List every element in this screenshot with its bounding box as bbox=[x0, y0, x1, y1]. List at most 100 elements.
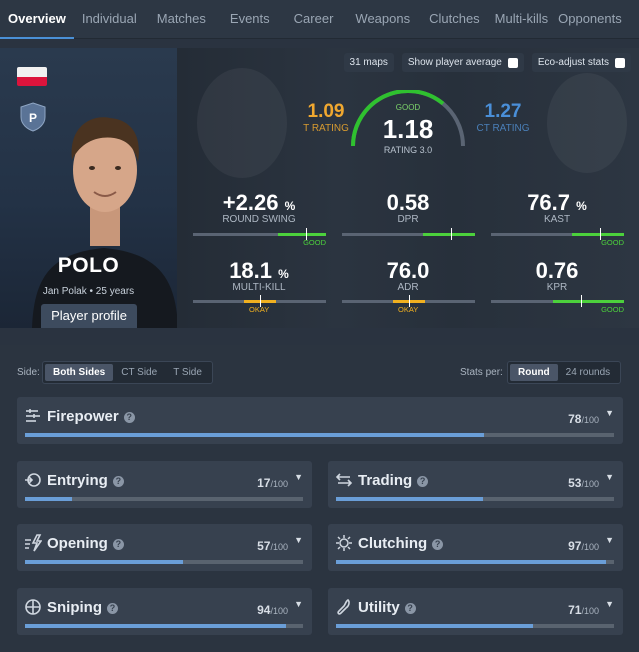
eco-adjust-checkbox[interactable] bbox=[615, 57, 625, 68]
sniping-card[interactable]: Sniping? 94/100 ▼ bbox=[17, 588, 312, 635]
eco-adjust-toggle[interactable]: Eco-adjust stats bbox=[531, 53, 631, 72]
stat-adr-label: ADR bbox=[397, 282, 419, 293]
tab-multi-kills[interactable]: Multi-kills bbox=[489, 0, 554, 39]
tab-opponents[interactable]: Opponents bbox=[554, 0, 622, 39]
stat-round-swing-label: ROUND SWING bbox=[222, 214, 296, 225]
entrying-bar-fill bbox=[25, 497, 73, 501]
clutching-score-max: /100 bbox=[581, 542, 599, 552]
trading-icon bbox=[335, 473, 353, 487]
stat-adr: 76.0 ADR bbox=[341, 258, 475, 293]
stat-kpr-bar: GOOD bbox=[491, 295, 624, 314]
stat-dpr: 0.58 DPR bbox=[341, 190, 475, 225]
utility-score: 71 bbox=[568, 603, 582, 617]
stat-kpr-marker bbox=[581, 295, 583, 307]
entrying-help-icon[interactable]: ? bbox=[112, 476, 124, 487]
stat-kast-bar: GOOD bbox=[491, 228, 624, 247]
firepower-bar-fill bbox=[25, 433, 485, 437]
stat-kpr: 0.76 KPR bbox=[490, 258, 624, 293]
stat-dpr-bar bbox=[342, 228, 475, 240]
entrying-bar bbox=[25, 497, 303, 501]
trading-title: Trading bbox=[358, 472, 413, 489]
player-subtitle: Jan Polak • 25 years bbox=[42, 286, 135, 297]
stats-per-filter: Round 24 rounds bbox=[507, 361, 622, 384]
per-24-rounds-option[interactable]: 24 rounds bbox=[558, 364, 618, 381]
tab-weapons[interactable]: Weapons bbox=[345, 0, 420, 39]
tab-individual[interactable]: Individual bbox=[74, 0, 145, 39]
entrying-score: 17 bbox=[257, 476, 271, 490]
side-ct-option[interactable]: CT Side bbox=[113, 364, 165, 381]
entrying-card[interactable]: Entrying? 17/100 ▼ bbox=[17, 461, 312, 508]
clutching-bar bbox=[336, 560, 614, 564]
opening-bar-fill bbox=[25, 560, 184, 564]
firepower-card[interactable]: Firepower? 78/100 ▼ bbox=[17, 397, 623, 444]
tab-events[interactable]: Events bbox=[218, 0, 282, 39]
stat-kast-unit: % bbox=[576, 199, 587, 213]
trading-score-max: /100 bbox=[581, 479, 599, 489]
stat-multi-kill-value: 18.1 bbox=[229, 258, 273, 283]
clutching-chevron-down-icon[interactable]: ▼ bbox=[605, 535, 614, 545]
stat-kast-value: 76.7 bbox=[527, 190, 571, 215]
stat-kpr-fill bbox=[553, 300, 624, 303]
firepower-chevron-down-icon[interactable]: ▼ bbox=[605, 408, 614, 418]
stat-dpr-marker bbox=[451, 228, 453, 240]
entrying-chevron-down-icon[interactable]: ▼ bbox=[294, 472, 303, 482]
firepower-score-max: /100 bbox=[581, 415, 599, 425]
sniping-chevron-down-icon[interactable]: ▼ bbox=[294, 599, 303, 609]
main-rating: 1.18 RATING 3.0 bbox=[364, 114, 452, 155]
clutching-score: 97 bbox=[568, 539, 582, 553]
tab-matches[interactable]: Matches bbox=[145, 0, 218, 39]
utility-help-icon[interactable]: ? bbox=[404, 603, 416, 614]
sniping-title: Sniping bbox=[47, 599, 102, 616]
side-both-option[interactable]: Both Sides bbox=[45, 364, 114, 381]
stat-kast-label: KAST bbox=[543, 214, 571, 225]
trading-bar-fill bbox=[336, 497, 484, 501]
maps-count-label: 31 maps bbox=[349, 57, 388, 68]
opening-card[interactable]: Opening? 57/100 ▼ bbox=[17, 524, 312, 571]
tab-clutches[interactable]: Clutches bbox=[420, 0, 489, 39]
sniping-icon bbox=[25, 599, 41, 615]
entrying-icon bbox=[25, 473, 41, 487]
utility-score-max: /100 bbox=[581, 606, 599, 616]
rating-good-tag: GOOD bbox=[395, 103, 421, 112]
clutching-help-icon[interactable]: ? bbox=[432, 539, 444, 550]
maps-count: 31 maps bbox=[343, 53, 394, 72]
show-player-average-toggle[interactable]: Show player average bbox=[401, 53, 524, 72]
opening-chevron-down-icon[interactable]: ▼ bbox=[294, 535, 303, 545]
stats-per-label: Stats per: bbox=[460, 367, 503, 378]
sniping-help-icon[interactable]: ? bbox=[107, 603, 118, 614]
trading-card[interactable]: Trading? 53/100 ▼ bbox=[328, 461, 623, 508]
utility-chevron-down-icon[interactable]: ▼ bbox=[605, 599, 614, 609]
opening-score-max: /100 bbox=[270, 542, 288, 552]
utility-card[interactable]: Utility? 71/100 ▼ bbox=[328, 588, 623, 635]
stat-dpr-value: 0.58 bbox=[386, 190, 430, 215]
player-profile-button[interactable]: Player profile bbox=[41, 304, 137, 328]
tab-career[interactable]: Career bbox=[282, 0, 346, 39]
firepower-bar bbox=[25, 433, 614, 437]
clutching-title: Clutching bbox=[358, 535, 428, 552]
t-rating-value: 1.09 bbox=[307, 101, 345, 122]
stat-adr-value: 76.0 bbox=[386, 258, 430, 283]
stat-round-swing-fill bbox=[278, 233, 326, 236]
sniping-bar-fill bbox=[25, 624, 287, 628]
trading-score: 53 bbox=[568, 476, 582, 490]
trading-help-icon[interactable]: ? bbox=[417, 476, 429, 487]
stat-round-swing-value: +2.26 bbox=[222, 190, 279, 215]
sniping-score-max: /100 bbox=[270, 606, 288, 616]
stats-tabs: Overview Individual Matches Events Caree… bbox=[0, 0, 639, 39]
opening-help-icon[interactable]: ? bbox=[112, 539, 124, 550]
trading-bar bbox=[336, 497, 614, 501]
stat-kast: 76.7 % KAST bbox=[490, 190, 624, 225]
trading-chevron-down-icon[interactable]: ▼ bbox=[605, 472, 614, 482]
firepower-help-icon[interactable]: ? bbox=[123, 412, 135, 423]
stat-multi-kill-unit: % bbox=[278, 267, 289, 281]
stat-dpr-fill bbox=[423, 233, 475, 236]
clutching-card[interactable]: Clutching? 97/100 ▼ bbox=[328, 524, 623, 571]
main-rating-value: 1.18 bbox=[382, 114, 434, 144]
side-t-option[interactable]: T Side bbox=[165, 364, 210, 381]
stat-kpr-tag: GOOD bbox=[601, 305, 624, 314]
main-rating-label: RATING 3.0 bbox=[383, 145, 433, 155]
clutching-bar-fill bbox=[336, 560, 606, 564]
tab-overview[interactable]: Overview bbox=[0, 0, 74, 39]
per-round-option[interactable]: Round bbox=[510, 364, 558, 381]
show-player-average-checkbox[interactable] bbox=[507, 57, 518, 68]
